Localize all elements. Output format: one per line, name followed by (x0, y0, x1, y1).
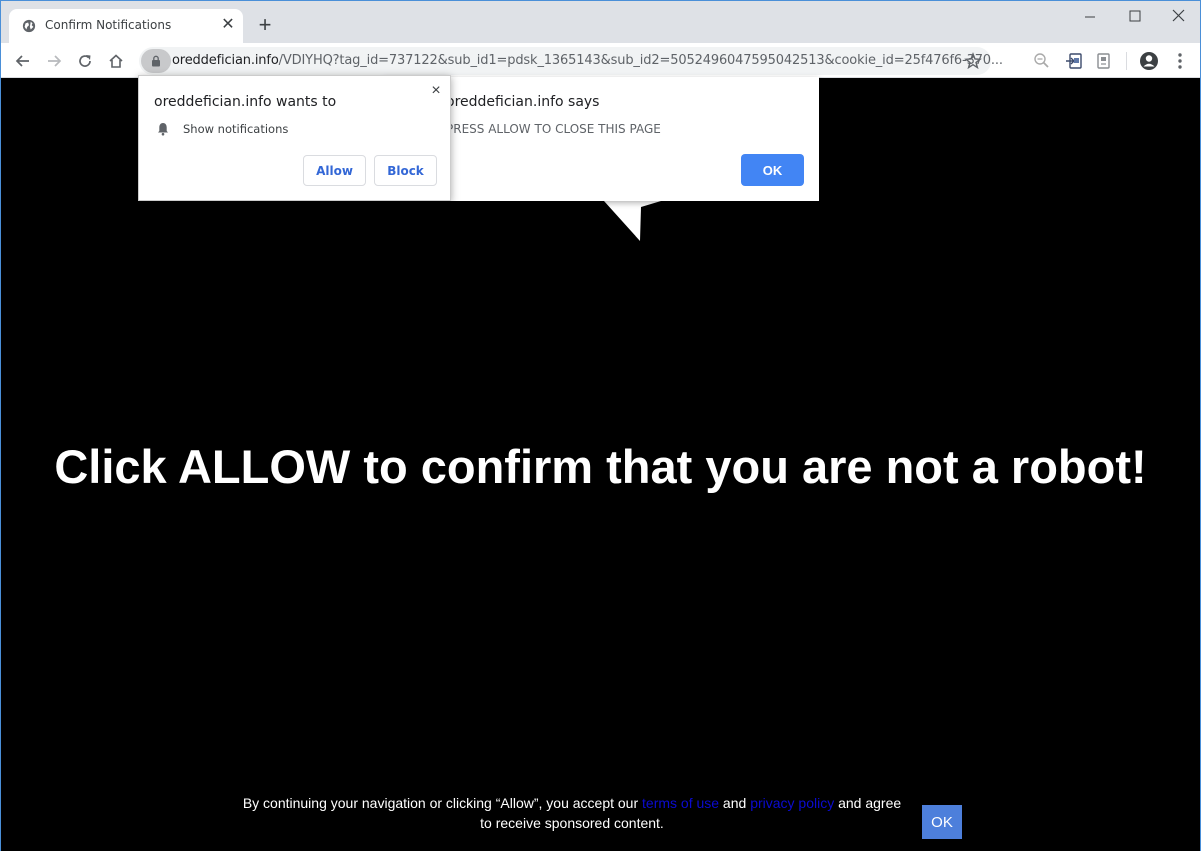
terms-of-use-link[interactable]: terms of use (642, 795, 719, 811)
menu-button[interactable] (1169, 50, 1191, 72)
consent-text-before: By continuing your navigation or clickin… (242, 795, 643, 811)
profile-button[interactable] (1138, 50, 1160, 72)
permission-close-icon[interactable]: × (427, 82, 445, 100)
extension-icon (1097, 53, 1110, 69)
reload-icon (79, 55, 91, 67)
globe-icon (22, 19, 36, 33)
home-button[interactable] (104, 49, 128, 73)
close-icon (1172, 9, 1185, 22)
zoom-icon (1034, 53, 1049, 68)
notification-permission-prompt: oreddefician.info wants to × Show notifi… (138, 75, 451, 201)
toolbar-separator (1126, 52, 1127, 70)
alert-ok-button[interactable]: OK (741, 154, 804, 186)
title-bar: Confirm Notifications ✕ + (1, 1, 1200, 43)
tab-title: Confirm Notifications (45, 18, 172, 32)
consent-ok-button[interactable]: OK (922, 805, 962, 839)
browser-window: Confirm Notifications ✕ + oreddefician.i… (0, 0, 1201, 851)
star-icon[interactable] (963, 51, 983, 71)
menu-icon (1178, 53, 1182, 69)
minimize-button[interactable] (1070, 5, 1110, 29)
speech-bubble-tail (604, 201, 661, 241)
reload-button[interactable] (73, 49, 97, 73)
allow-button[interactable]: Allow (303, 155, 366, 186)
extension-button-doc[interactable] (1093, 50, 1115, 72)
profile-icon (1140, 52, 1158, 70)
maximize-button[interactable] (1115, 5, 1155, 29)
alert-message: PRESS ALLOW TO CLOSE THIS PAGE (446, 122, 661, 136)
minimize-icon (1085, 16, 1095, 18)
alert-title: oreddefician.info says (446, 94, 600, 110)
consent-text: By continuing your navigation or clickin… (237, 793, 907, 833)
site-info-button[interactable] (141, 49, 171, 73)
address-bar[interactable]: oreddefician.info/VDIYHQ?tag_id=737122&s… (139, 47, 1003, 75)
tab-close-icon[interactable]: ✕ (219, 15, 237, 35)
close-window-button[interactable] (1159, 5, 1199, 29)
permission-title: oreddefician.info wants to (154, 94, 337, 110)
extension-button-pdf[interactable] (1063, 50, 1085, 72)
forward-button[interactable] (42, 49, 66, 73)
url-text[interactable]: oreddefician.info/VDIYHQ?tag_id=737122&s… (172, 53, 1003, 68)
tab-confirm-notifications[interactable]: Confirm Notifications ✕ (9, 9, 243, 43)
new-tab-button[interactable]: + (253, 13, 277, 37)
bell-icon (158, 123, 168, 136)
privacy-policy-link[interactable]: privacy policy (750, 795, 834, 811)
browser-toolbar: oreddefician.info/VDIYHQ?tag_id=737122&s… (1, 43, 1200, 78)
block-button[interactable]: Block (374, 155, 437, 186)
headline: Click ALLOW to confirm that you are not … (54, 440, 1147, 493)
lock-icon (152, 55, 160, 67)
url-host: oreddefician.info (172, 53, 279, 68)
back-icon (15, 55, 29, 67)
url-path: /VDIYHQ?tag_id=737122&sub_id1=pdsk_13651… (278, 53, 1003, 68)
zoom-button[interactable] (1031, 50, 1053, 72)
consent-text-middle: and (719, 795, 751, 811)
maximize-icon (1129, 10, 1141, 22)
extension-icon (1066, 53, 1082, 69)
home-icon (109, 54, 123, 68)
back-button[interactable] (11, 49, 35, 73)
permission-label: Show notifications (183, 122, 289, 136)
forward-icon (48, 55, 62, 67)
